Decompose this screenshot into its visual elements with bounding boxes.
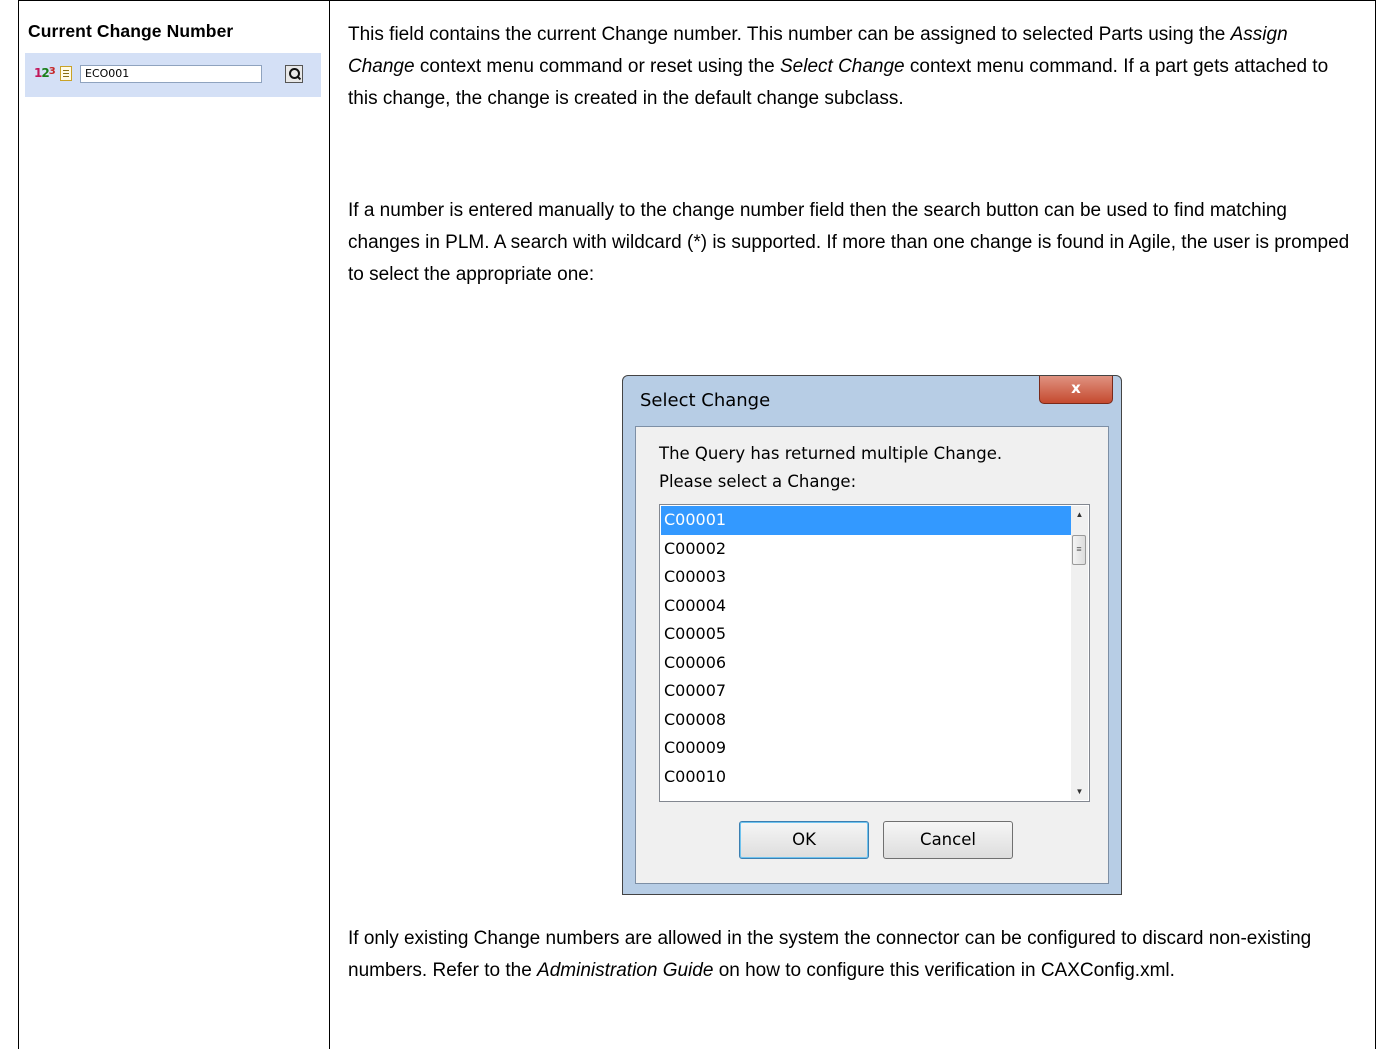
list-item[interactable]: C00007 xyxy=(661,677,1071,706)
numbering-icon[interactable]: 123 xyxy=(34,66,56,80)
document-table: Current Change Number 123 ECO001 This fi… xyxy=(18,0,1376,1049)
dialog-body: The Query has returned multiple Change. … xyxy=(635,426,1109,884)
list-item[interactable]: C00004 xyxy=(661,592,1071,621)
scroll-down-arrow-icon[interactable]: ▼ xyxy=(1071,783,1088,800)
paragraph-3: If only existing Change numbers are allo… xyxy=(348,928,1312,981)
search-button[interactable] xyxy=(285,65,303,83)
change-list: C00001 C00002 C00003 C00004 C00005 C00006 C000… xyxy=(661,506,1071,791)
paragraph-2: If a number is entered manually to the c… xyxy=(348,200,1350,285)
select-change-dialog: Select Change x The Query has returned m… xyxy=(622,375,1122,895)
cancel-button[interactable]: Cancel xyxy=(883,821,1013,859)
change-number-input[interactable]: ECO001 xyxy=(80,65,262,83)
paragraph-1: This field contains the current Change n… xyxy=(348,24,1329,109)
description-column: This field contains the current Change n… xyxy=(330,1,1375,1049)
close-icon: x xyxy=(1071,379,1081,397)
dialog-prompt: Please select a Change: xyxy=(659,472,857,491)
close-button[interactable]: x xyxy=(1039,376,1113,404)
document-icon[interactable] xyxy=(60,66,72,81)
ok-button[interactable]: OK xyxy=(739,821,869,859)
change-number-toolbar: 123 ECO001 xyxy=(25,53,321,97)
field-title: Current Change Number xyxy=(28,21,234,41)
list-item[interactable]: C00001 xyxy=(661,506,1071,535)
dialog-title: Select Change xyxy=(640,390,771,411)
scroll-up-arrow-icon[interactable]: ▲ xyxy=(1071,506,1088,523)
dialog-message: The Query has returned multiple Change. xyxy=(659,444,1003,463)
list-item[interactable]: C00009 xyxy=(661,734,1071,763)
scroll-thumb[interactable]: ≡ xyxy=(1072,535,1086,565)
list-item[interactable]: C00010 xyxy=(661,763,1071,792)
list-item[interactable]: C00003 xyxy=(661,563,1071,592)
change-listbox[interactable]: C00001 C00002 C00003 C00004 C00005 C00006 C000… xyxy=(659,504,1090,802)
vertical-scrollbar[interactable]: ▲ ≡ ▼ xyxy=(1071,506,1088,800)
list-item[interactable]: C00005 xyxy=(661,620,1071,649)
field-column: Current Change Number 123 ECO001 xyxy=(19,1,330,1049)
list-item[interactable]: C00002 xyxy=(661,535,1071,564)
list-item[interactable]: C00006 xyxy=(661,649,1071,678)
list-item[interactable]: C00008 xyxy=(661,706,1071,735)
